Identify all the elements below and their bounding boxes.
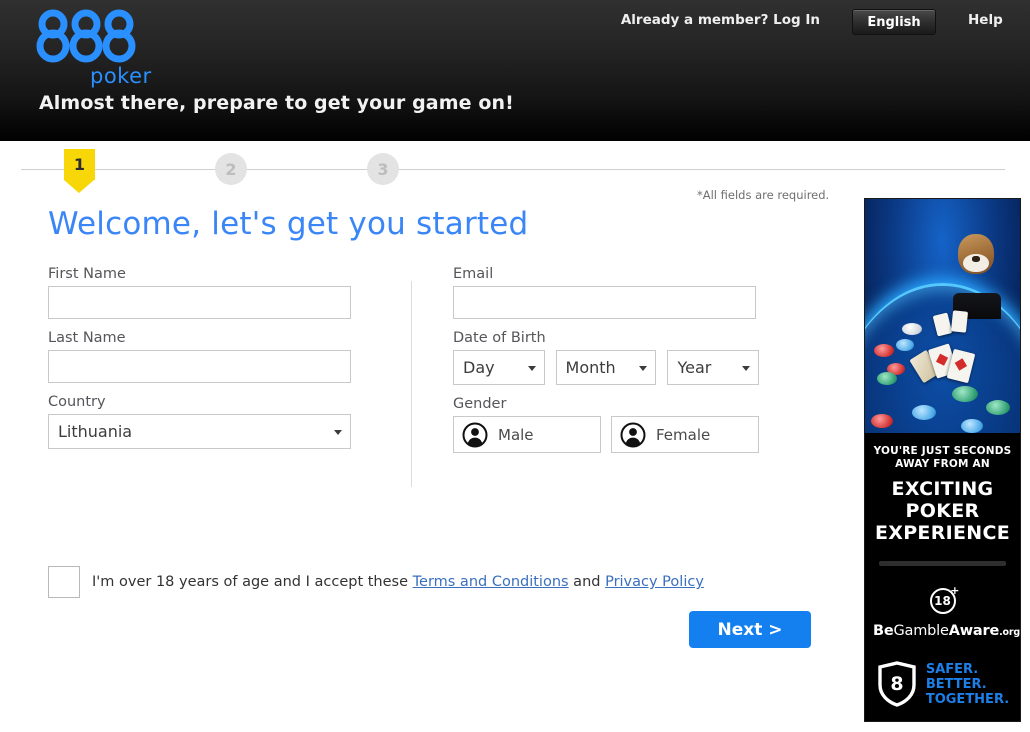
poker-chip bbox=[951, 386, 978, 403]
step-indicator-3[interactable]: 3 bbox=[367, 153, 399, 185]
chevron-down-icon bbox=[334, 429, 342, 435]
first-name-label: First Name bbox=[48, 266, 126, 282]
dob-month-value: Month bbox=[565, 358, 616, 377]
form-column-left: First Name Last Name Country Lithuania bbox=[48, 266, 353, 460]
dob-year-value: Year bbox=[677, 358, 712, 377]
age-18-plus-icon: 18 + bbox=[929, 584, 960, 614]
header-tagline: Almost there, prepare to get your game o… bbox=[39, 92, 514, 114]
banner-divider bbox=[879, 561, 1006, 566]
bulldog-head-icon bbox=[958, 234, 994, 275]
banner-subtitle-line1: YOU'RE JUST SECONDS bbox=[873, 445, 1012, 457]
field-group-country: Country Lithuania bbox=[48, 394, 353, 449]
email-input[interactable] bbox=[453, 286, 756, 319]
dob-month-select[interactable]: Month bbox=[555, 350, 657, 385]
step-2-number: 2 bbox=[225, 159, 237, 179]
dob-day-value: Day bbox=[463, 358, 495, 377]
step-indicator-1[interactable]: 1 bbox=[64, 149, 95, 193]
field-group-first-name: First Name bbox=[48, 266, 353, 319]
email-label: Email bbox=[453, 266, 494, 282]
begambleaware-gamble: Gamble bbox=[893, 623, 949, 639]
country-label: Country bbox=[48, 394, 106, 410]
last-name-label: Last Name bbox=[48, 330, 126, 346]
safer-text: SAFER. bbox=[925, 661, 979, 677]
banner-subtitle-line2: AWAY FROM AN bbox=[895, 458, 990, 470]
next-button[interactable]: Next > bbox=[689, 611, 811, 648]
stepper-line bbox=[21, 169, 1005, 170]
terms-text-between: and bbox=[568, 574, 606, 590]
step-1-number: 1 bbox=[64, 149, 95, 180]
field-group-gender: Gender Male Female bbox=[453, 396, 759, 453]
banner-headline-line1: EXCITING bbox=[891, 478, 994, 500]
first-name-input[interactable] bbox=[48, 286, 351, 319]
poker-table-artwork bbox=[865, 199, 1020, 433]
banner-text-block: YOU'RE JUST SECONDS AWAY FROM AN EXCITIN… bbox=[865, 433, 1020, 707]
888-logo-icon bbox=[36, 9, 136, 63]
safer-better-together-text: SAFER. BETTER. TOGETHER. bbox=[926, 662, 1009, 707]
required-fields-note: *All fields are required. bbox=[697, 188, 830, 202]
registration-page: poker Almost there, prepare to get your … bbox=[0, 0, 1030, 732]
gender-female-label: Female bbox=[656, 425, 711, 444]
chevron-down-icon bbox=[639, 365, 648, 371]
gender-label: Gender bbox=[453, 396, 507, 412]
banner-headline-line3: EXPERIENCE bbox=[874, 522, 1011, 544]
safer-better-together-block: 8 SAFER. BETTER. TOGETHER. bbox=[873, 661, 1012, 707]
dob-label: Date of Birth bbox=[453, 330, 546, 346]
logo-888poker[interactable]: poker bbox=[32, 8, 152, 88]
column-divider bbox=[411, 281, 412, 487]
terms-acceptance-row: I'm over 18 years of age and I accept th… bbox=[48, 566, 704, 598]
better-text: BETTER. bbox=[925, 676, 987, 692]
begambleaware-org: .org bbox=[999, 627, 1020, 638]
age-badge-plus: + bbox=[950, 584, 960, 597]
country-select[interactable]: Lithuania bbox=[48, 414, 351, 449]
field-group-email: Email bbox=[453, 266, 759, 319]
terms-and-conditions-link[interactable]: Terms and Conditions bbox=[413, 574, 569, 590]
begambleaware-logo[interactable]: BeGambleAware.org® bbox=[873, 623, 1020, 639]
language-button[interactable]: English bbox=[852, 9, 936, 35]
banner-headline-line2: POKER bbox=[905, 500, 980, 522]
person-icon bbox=[462, 422, 488, 447]
logo-poker-text: poker bbox=[90, 64, 152, 88]
together-text: TOGETHER. bbox=[925, 691, 1010, 707]
help-link[interactable]: Help bbox=[968, 12, 1003, 28]
gender-options: Male Female bbox=[453, 416, 759, 453]
field-group-last-name: Last Name bbox=[48, 330, 353, 383]
chevron-down-icon bbox=[741, 365, 750, 371]
form-column-right: Email Date of Birth Day Month Year Gende… bbox=[453, 266, 759, 464]
step-1-pointer bbox=[64, 180, 94, 193]
playing-card bbox=[950, 310, 968, 334]
svg-text:8: 8 bbox=[890, 673, 903, 695]
gender-option-male[interactable]: Male bbox=[453, 416, 601, 453]
person-icon bbox=[620, 422, 646, 447]
dob-selectors: Day Month Year bbox=[453, 350, 759, 385]
age-badge-number: 18 bbox=[934, 594, 951, 608]
login-link[interactable]: Already a member? Log In bbox=[621, 12, 820, 28]
shield-8-icon: 8 bbox=[876, 661, 918, 707]
field-group-dob: Date of Birth Day Month Year bbox=[453, 330, 759, 385]
dob-year-select[interactable]: Year bbox=[667, 350, 759, 385]
terms-text-before: I'm over 18 years of age and I accept th… bbox=[92, 574, 413, 590]
step-3-number: 3 bbox=[377, 159, 389, 179]
dob-day-select[interactable]: Day bbox=[453, 350, 545, 385]
gender-male-label: Male bbox=[498, 425, 534, 444]
registered-trademark-icon: ® bbox=[1020, 623, 1021, 631]
chevron-down-icon bbox=[527, 365, 536, 371]
site-header: poker Almost there, prepare to get your … bbox=[0, 0, 1030, 141]
page-title: Welcome, let's get you started bbox=[48, 206, 529, 242]
step-indicator-2[interactable]: 2 bbox=[215, 153, 247, 185]
progress-stepper bbox=[0, 141, 1030, 196]
begambleaware-aware: Aware bbox=[948, 623, 1000, 639]
country-selected-value: Lithuania bbox=[58, 422, 133, 441]
last-name-input[interactable] bbox=[48, 350, 351, 383]
privacy-policy-link[interactable]: Privacy Policy bbox=[605, 574, 704, 590]
poker-chip bbox=[961, 418, 984, 433]
begambleaware-be: Be bbox=[873, 623, 894, 639]
terms-text: I'm over 18 years of age and I accept th… bbox=[92, 574, 704, 590]
terms-checkbox[interactable] bbox=[48, 566, 80, 598]
poker-chip bbox=[911, 404, 936, 420]
promo-banner[interactable]: YOU'RE JUST SECONDS AWAY FROM AN EXCITIN… bbox=[864, 198, 1021, 722]
gender-option-female[interactable]: Female bbox=[611, 416, 759, 453]
